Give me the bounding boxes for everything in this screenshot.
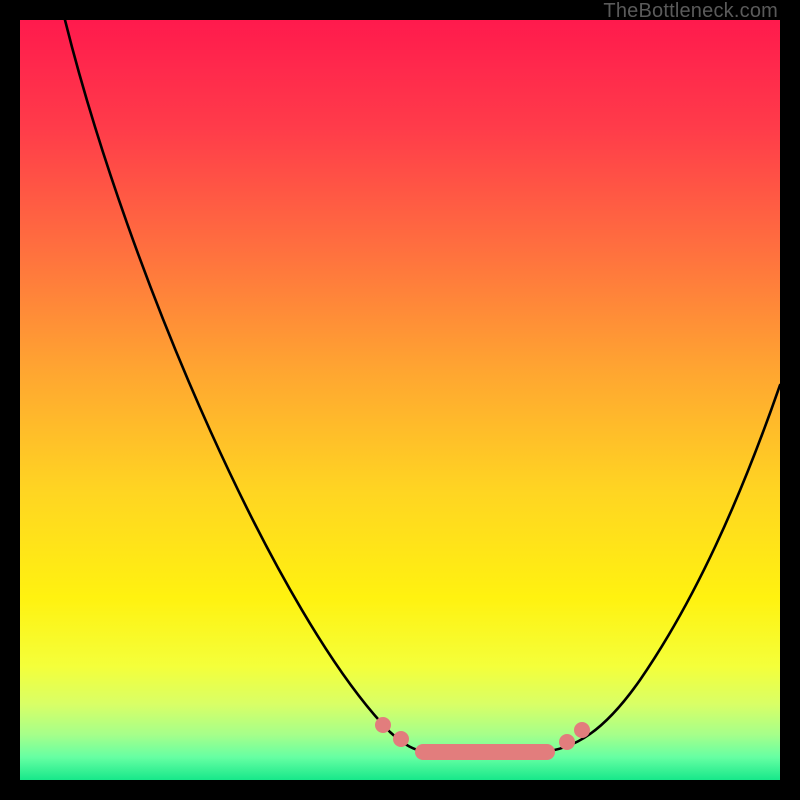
watermark: TheBottleneck.com xyxy=(603,0,778,23)
plot-area xyxy=(20,20,780,780)
trough-markers xyxy=(375,717,590,760)
bottleneck-curve xyxy=(20,20,780,780)
chart-frame: TheBottleneck.com xyxy=(0,0,800,800)
